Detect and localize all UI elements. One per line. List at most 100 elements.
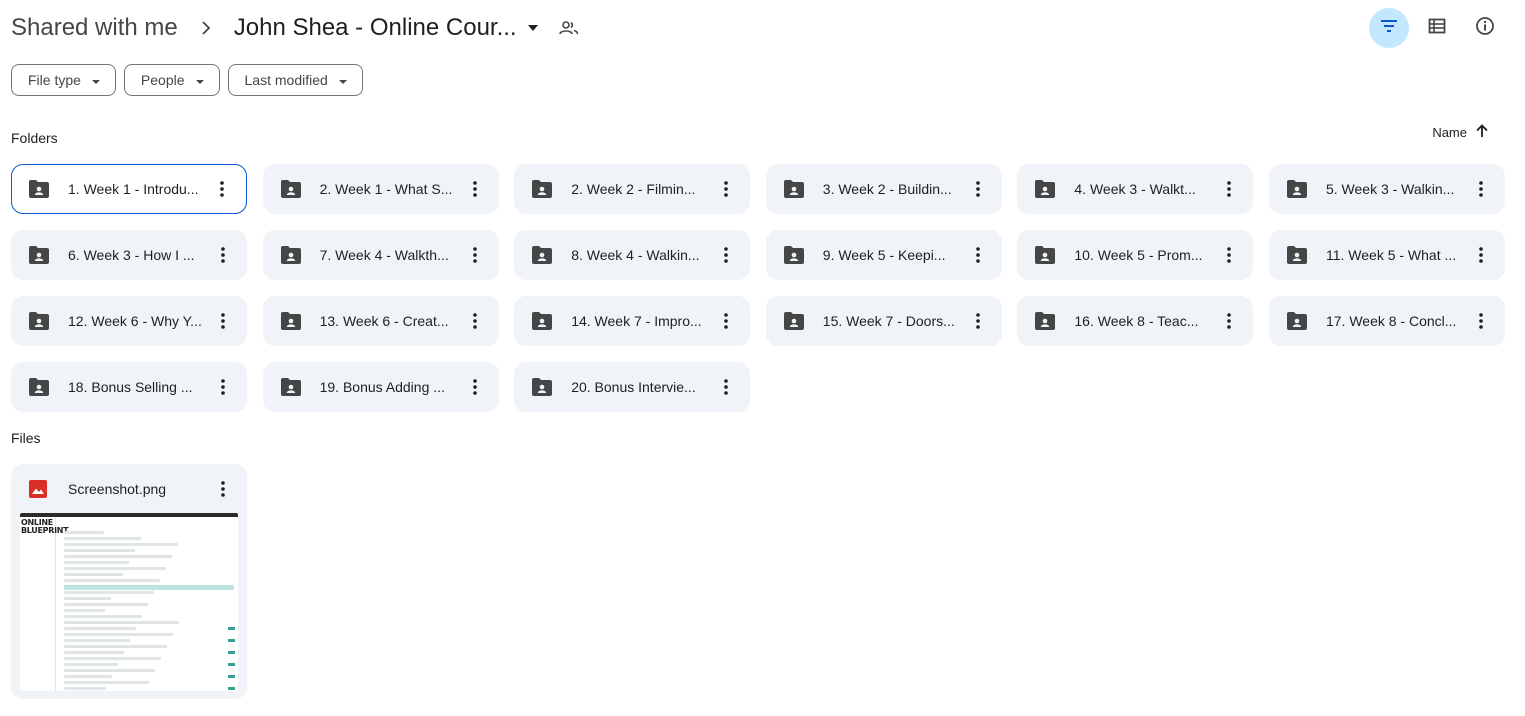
- thumbnail-line: [64, 615, 142, 618]
- chevron-right-icon: [178, 21, 234, 35]
- folder-item[interactable]: 10. Week 5 - Prom...: [1017, 230, 1254, 280]
- breadcrumb-current-folder[interactable]: John Shea - Online Cour...: [234, 14, 517, 42]
- shared-folder-icon: [280, 376, 303, 398]
- folder-item[interactable]: 5. Week 3 - Walkin...: [1268, 164, 1505, 214]
- more-options-icon[interactable]: [1467, 307, 1495, 335]
- folder-name: 19. Bonus Adding ...: [319, 379, 445, 395]
- more-options-icon[interactable]: [209, 307, 237, 335]
- file-card[interactable]: Screenshot.png ONLINE BLUEPRINT: [11, 464, 247, 699]
- files-heading: Files: [11, 430, 41, 446]
- shared-folder-icon: [280, 178, 303, 200]
- filter-button[interactable]: [1369, 8, 1409, 48]
- more-options-icon[interactable]: [461, 175, 489, 203]
- caret-down-icon[interactable]: [527, 24, 541, 32]
- list-view-button[interactable]: [1417, 8, 1457, 48]
- folder-item[interactable]: 15. Week 7 - Doors...: [765, 296, 1002, 346]
- shared-folder-icon: [532, 178, 554, 200]
- sort-control[interactable]: Name: [1432, 124, 1489, 141]
- more-options-icon[interactable]: [1467, 175, 1495, 203]
- shared-folder-icon: [532, 244, 554, 266]
- shared-folder-icon: [280, 310, 303, 332]
- more-options-icon[interactable]: [1467, 241, 1495, 269]
- file-thumbnail[interactable]: ONLINE BLUEPRINT: [20, 513, 238, 691]
- folder-name: 6. Week 3 - How I ...: [68, 247, 195, 263]
- folder-item[interactable]: 2. Week 1 - What S...: [262, 164, 499, 214]
- sort-label: Name: [1432, 125, 1467, 140]
- thumbnail-line: [64, 585, 234, 590]
- last-modified-filter[interactable]: Last modified: [227, 64, 363, 96]
- folder-item[interactable]: 12. Week 6 - Why Y...: [11, 296, 247, 346]
- folder-name: 8. Week 4 - Walkin...: [571, 247, 700, 263]
- folder-item[interactable]: 16. Week 8 - Teac...: [1017, 296, 1254, 346]
- more-options-icon[interactable]: [712, 373, 740, 401]
- folder-item[interactable]: 1. Week 1 - Introdu...: [11, 164, 247, 214]
- folder-item[interactable]: 19. Bonus Adding ...: [262, 362, 499, 412]
- thumbnail-line: [64, 561, 129, 564]
- more-options-icon[interactable]: [209, 373, 237, 401]
- more-options-icon[interactable]: [209, 241, 237, 269]
- folder-name: 13. Week 6 - Creat...: [319, 313, 449, 329]
- folder-item[interactable]: 11. Week 5 - What ...: [1268, 230, 1505, 280]
- more-options-icon[interactable]: [1215, 175, 1243, 203]
- more-options-icon[interactable]: [461, 307, 489, 335]
- folder-name: 12. Week 6 - Why Y...: [68, 313, 202, 329]
- folder-item[interactable]: 17. Week 8 - Concl...: [1268, 296, 1505, 346]
- folder-name: 18. Bonus Selling ...: [68, 379, 193, 395]
- folder-item[interactable]: 4. Week 3 - Walkt...: [1017, 164, 1254, 214]
- thumbnail-tag: [228, 663, 235, 666]
- list-view-icon: [1428, 18, 1446, 39]
- arrow-up-icon[interactable]: [1475, 124, 1489, 141]
- more-options-icon[interactable]: [964, 241, 992, 269]
- thumbnail-tag: [228, 687, 235, 690]
- folder-item[interactable]: 9. Week 5 - Keepi...: [765, 230, 1002, 280]
- thumbnail-line: [64, 531, 104, 534]
- shared-folder-icon: [1035, 310, 1057, 332]
- folder-item[interactable]: 18. Bonus Selling ...: [11, 362, 247, 412]
- folder-item[interactable]: 20. Bonus Intervie...: [514, 362, 751, 412]
- thumbnail-line: [64, 597, 111, 600]
- more-options-icon[interactable]: [1215, 307, 1243, 335]
- thumbnail-line: [64, 627, 136, 630]
- thumbnail-line: [64, 567, 166, 570]
- details-button[interactable]: [1465, 8, 1505, 48]
- more-options-icon[interactable]: [1215, 241, 1243, 269]
- thumbnail-line: [64, 663, 118, 666]
- thumbnail-line: [64, 645, 167, 648]
- thumbnail-line: [64, 591, 154, 594]
- folder-item[interactable]: 6. Week 3 - How I ...: [11, 230, 247, 280]
- folders-heading: Folders: [11, 130, 58, 146]
- image-icon: [29, 478, 51, 500]
- folder-name: 2. Week 1 - What S...: [319, 181, 453, 197]
- folder-name: 14. Week 7 - Impro...: [571, 313, 702, 329]
- shared-people-icon[interactable]: [558, 20, 579, 36]
- thumbnail-tag: [228, 627, 235, 630]
- more-options-icon[interactable]: [712, 175, 740, 203]
- shared-folder-icon: [532, 376, 554, 398]
- shared-folder-icon: [29, 310, 51, 332]
- more-options-icon[interactable]: [209, 475, 237, 503]
- more-options-icon[interactable]: [964, 307, 992, 335]
- folder-name: 4. Week 3 - Walkt...: [1074, 181, 1196, 197]
- more-options-icon[interactable]: [461, 373, 489, 401]
- folder-item[interactable]: 7. Week 4 - Walkth...: [262, 230, 499, 280]
- folder-item[interactable]: 2. Week 2 - Filmin...: [514, 164, 751, 214]
- more-options-icon[interactable]: [964, 175, 992, 203]
- people-filter[interactable]: People: [123, 64, 220, 96]
- caret-down-icon: [338, 72, 348, 88]
- more-options-icon[interactable]: [208, 175, 236, 203]
- breadcrumb-root[interactable]: Shared with me: [11, 14, 178, 42]
- thumbnail-line: [64, 687, 106, 690]
- folder-item[interactable]: 3. Week 2 - Buildin...: [765, 164, 1002, 214]
- more-options-icon[interactable]: [712, 241, 740, 269]
- folder-item[interactable]: 14. Week 7 - Impro...: [514, 296, 751, 346]
- folder-item[interactable]: 8. Week 4 - Walkin...: [514, 230, 751, 280]
- chip-label: Last modified: [244, 72, 328, 88]
- filter-chips: File type People Last modified: [11, 64, 363, 96]
- more-options-icon[interactable]: [712, 307, 740, 335]
- thumbnail-line: [64, 579, 160, 582]
- file-type-filter[interactable]: File type: [11, 64, 116, 96]
- more-options-icon[interactable]: [461, 241, 489, 269]
- folder-name: 5. Week 3 - Walkin...: [1325, 181, 1455, 197]
- file-name: Screenshot.png: [68, 481, 167, 497]
- folder-item[interactable]: 13. Week 6 - Creat...: [262, 296, 499, 346]
